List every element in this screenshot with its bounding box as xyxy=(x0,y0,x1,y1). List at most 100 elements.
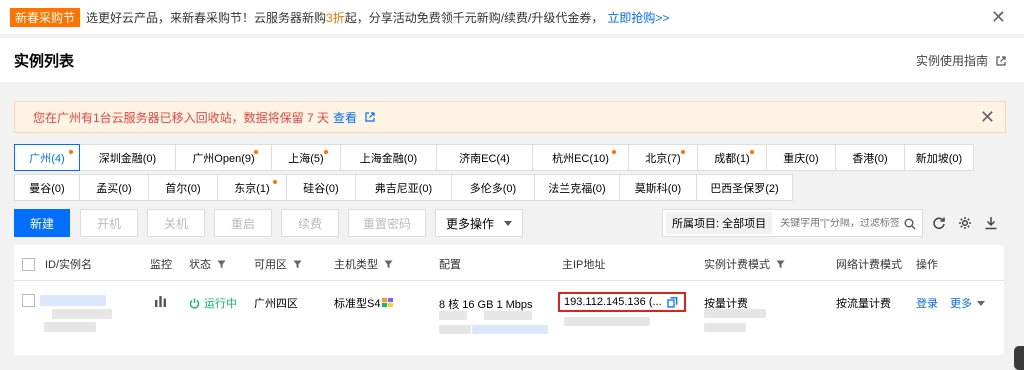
private-ip-redacted xyxy=(564,317,650,326)
notice-text: 您在广州有1台云服务器已移入回收站，数据将保留 7 天 xyxy=(33,110,330,125)
config-link-redacted[interactable] xyxy=(472,325,548,334)
more-actions-dropdown[interactable]: 更多操作 xyxy=(435,209,523,237)
region-dot xyxy=(69,150,73,154)
stop-button[interactable]: 关机 xyxy=(147,209,205,237)
region-tab-toronto[interactable]: 多伦多(0) xyxy=(451,174,535,201)
billing-date-redacted xyxy=(704,309,766,318)
header-label: 操作 xyxy=(916,259,938,271)
config-cell: 8 核 16 GB 1 Mbps xyxy=(439,299,533,311)
renew-button[interactable]: 续费 xyxy=(281,209,339,237)
row-more-label: 更多 xyxy=(950,298,972,310)
promo-link[interactable]: 立即抢购>> xyxy=(607,9,669,26)
reset-password-button[interactable]: 重置密码 xyxy=(348,209,426,237)
ip-address[interactable]: 193.112.145.136 (... xyxy=(564,296,662,308)
config-detail-redacted xyxy=(439,311,467,320)
region-label: 杭州EC(10) xyxy=(552,152,609,165)
row-more-dropdown[interactable]: 更多 xyxy=(950,295,985,311)
region-tab-frankfurt[interactable]: 法兰克福(0) xyxy=(534,174,620,201)
region-tab-seoul[interactable]: 首尔(0) xyxy=(148,174,218,201)
region-tab-silicon-valley[interactable]: 硅谷(0) xyxy=(286,174,356,201)
region-tab-hongkong[interactable]: 香港(0) xyxy=(835,144,905,171)
region-tab-chongqing[interactable]: 重庆(0) xyxy=(766,144,836,171)
region-tab-beijing[interactable]: 北京(7) xyxy=(628,144,698,171)
type-text: 标准型S4 xyxy=(334,298,381,310)
region-dot xyxy=(254,150,258,154)
region-label: 成都(1) xyxy=(714,152,750,165)
guide-label: 实例使用指南 xyxy=(915,54,988,68)
promo-close-icon[interactable]: ✕ xyxy=(991,7,1006,28)
region-dot xyxy=(324,150,328,154)
header-ip: 主IP地址 xyxy=(562,256,605,272)
region-tab-jinan[interactable]: 济南EC(4) xyxy=(436,144,533,171)
promo-tag: 新春采购节 xyxy=(10,7,81,27)
region-label: 济南EC(4) xyxy=(459,152,510,165)
login-link[interactable]: 登录 xyxy=(916,295,938,311)
ip-cell-highlight: 193.112.145.136 (... xyxy=(558,292,686,312)
header-zone[interactable]: 可用区 xyxy=(254,256,302,272)
instance-type-badge-icon xyxy=(382,298,394,307)
filter-icon[interactable] xyxy=(776,260,785,269)
region-tab-sao-paulo[interactable]: 巴西圣保罗(2) xyxy=(696,174,793,201)
region-label: 北京(7) xyxy=(645,152,681,165)
status-text: 运行中 xyxy=(204,298,237,310)
region-label: 硅谷(0) xyxy=(303,182,339,195)
net-billing-cell: 按流量计费 xyxy=(836,298,891,310)
config-detail-redacted xyxy=(439,325,471,334)
header-label: 网络计费模式 xyxy=(836,259,902,271)
region-tab-bangkok[interactable]: 曼谷(0) xyxy=(14,174,80,201)
region-tab-shenzhen-finance[interactable]: 深圳金融(0) xyxy=(79,144,176,171)
region-row-1: 广州(4) 深圳金融(0) 广州Open(9) 上海(5) 上海金融(0) 济南… xyxy=(14,144,994,171)
start-button[interactable]: 开机 xyxy=(80,209,138,237)
select-all-checkbox[interactable] xyxy=(22,257,35,271)
guide-link[interactable]: 实例使用指南 xyxy=(916,52,1006,69)
download-icon[interactable] xyxy=(984,216,998,230)
gear-icon[interactable] xyxy=(958,216,972,230)
header-billing[interactable]: 实例计费模式 xyxy=(704,256,785,272)
region-tab-shanghai-finance[interactable]: 上海金融(0) xyxy=(340,144,437,171)
region-dot xyxy=(273,180,277,184)
region-tab-hangzhou[interactable]: 杭州EC(10) xyxy=(532,144,629,171)
header-label: 可用区 xyxy=(254,259,287,271)
notice-view-link[interactable]: 查看 xyxy=(333,109,357,126)
new-button[interactable]: 新建 xyxy=(14,209,70,237)
external-link-icon[interactable] xyxy=(365,112,375,122)
region-tab-virginia[interactable]: 弗吉尼亚(0) xyxy=(355,174,452,201)
search-input[interactable] xyxy=(780,217,901,229)
monitor-chart-icon[interactable] xyxy=(154,295,167,307)
search-icon[interactable] xyxy=(904,218,916,230)
page-header: 实例列表 实例使用指南 xyxy=(0,38,1024,82)
region-tab-chengdu[interactable]: 成都(1) xyxy=(697,144,767,171)
region-label: 重庆(0) xyxy=(783,152,819,165)
scrollbar-thumb[interactable] xyxy=(1014,346,1024,370)
filter-icon[interactable] xyxy=(217,260,226,269)
region-tab-moscow[interactable]: 莫斯科(0) xyxy=(619,174,697,201)
refresh-icon[interactable] xyxy=(932,216,946,230)
toolbar: 新建 开机 关机 重启 续费 重置密码 更多操作 所属项目: 全部项目 xyxy=(14,209,1004,237)
chevron-down-icon xyxy=(504,220,512,226)
instance-id-redacted[interactable] xyxy=(40,295,106,306)
promo-highlight: 3折 xyxy=(326,10,345,25)
header-ops: 操作 xyxy=(916,256,938,272)
filter-icon[interactable] xyxy=(384,260,393,269)
header-status[interactable]: 状态 xyxy=(189,256,226,272)
header-label: 监控 xyxy=(150,259,172,271)
recycle-notice: 您在广州有1台云服务器已移入回收站，数据将保留 7 天 查看 ✕ xyxy=(14,101,1006,133)
project-filter-tag[interactable]: 所属项目: 全部项目 xyxy=(666,212,773,234)
table-header: ID/实例名 监控 状态 可用区 主机类型 配置 主IP地址 实例计费模式 网络… xyxy=(14,245,1004,281)
row-checkbox[interactable] xyxy=(22,294,35,307)
region-tab-shanghai[interactable]: 上海(5) xyxy=(271,144,341,171)
filter-icon[interactable] xyxy=(293,260,302,269)
config-detail-redacted xyxy=(484,311,532,320)
region-tab-tokyo[interactable]: 东京(1) xyxy=(217,174,287,201)
notice-close-icon[interactable]: ✕ xyxy=(980,107,995,128)
region-tab-singapore[interactable]: 新加坡(0) xyxy=(904,144,974,171)
header-type[interactable]: 主机类型 xyxy=(334,256,393,272)
region-label: 巴西圣保罗(2) xyxy=(710,182,779,195)
region-label: 多伦多(0) xyxy=(469,182,517,195)
region-tab-guangzhou-open[interactable]: 广州Open(9) xyxy=(175,144,272,171)
copy-icon[interactable] xyxy=(667,296,678,308)
restart-button[interactable]: 重启 xyxy=(214,209,272,237)
region-tab-mumbai[interactable]: 孟买(0) xyxy=(79,174,149,201)
region-tab-guangzhou[interactable]: 广州(4) xyxy=(14,144,80,171)
header-label: 实例计费模式 xyxy=(704,259,770,271)
